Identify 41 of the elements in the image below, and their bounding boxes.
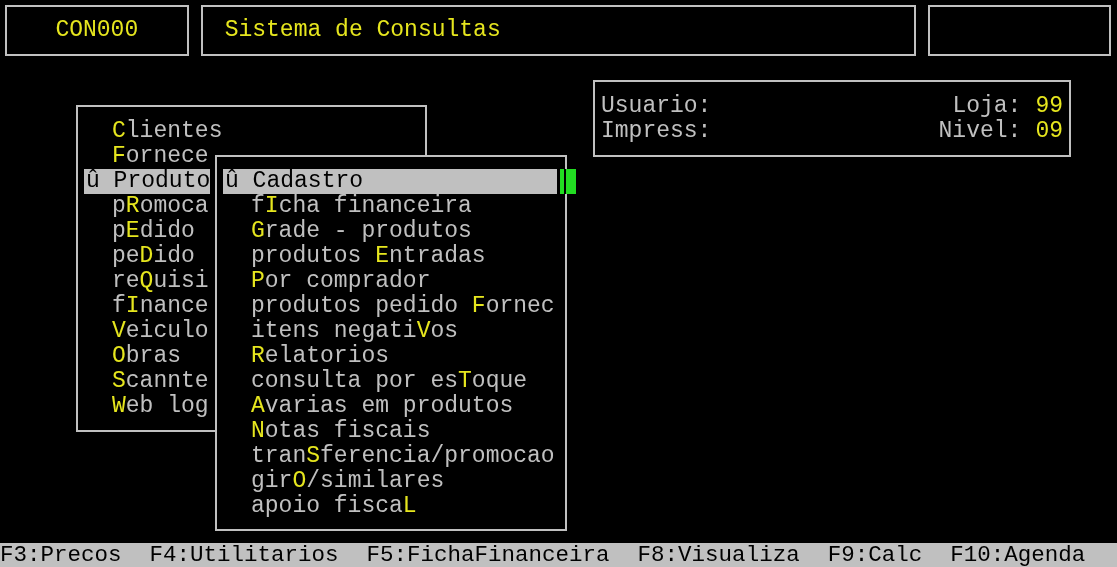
- submenu-item[interactable]: Por comprador: [223, 269, 431, 294]
- function-key[interactable]: F4:Utilitarios: [149, 543, 339, 567]
- function-key[interactable]: F9:Calc: [827, 543, 923, 567]
- submenu-item[interactable]: produtos pedido Fornec: [223, 294, 555, 319]
- submenu-item[interactable]: consulta por esToque: [223, 369, 528, 394]
- loja-label: Loja:: [952, 94, 1022, 119]
- function-key[interactable]: F8:Visualiza: [637, 543, 800, 567]
- menu-item[interactable]: reQuisi: [84, 269, 209, 294]
- scroll-thumb[interactable]: [560, 169, 576, 194]
- submenu-item[interactable]: Avarias em produtos: [223, 394, 514, 419]
- menu-item[interactable]: peDido: [84, 244, 195, 269]
- submenu-item[interactable]: apoio fiscaL: [223, 494, 417, 519]
- nivel-value: 09: [1035, 119, 1063, 144]
- submenu-item[interactable]: tranSferencia/promocao: [223, 444, 555, 469]
- menu-item[interactable]: Clientes: [84, 119, 223, 144]
- submenu-item[interactable]: Notas fiscais: [223, 419, 431, 444]
- submenu-item[interactable]: Relatorios: [223, 344, 390, 369]
- function-key[interactable]: F3:Precos: [0, 543, 122, 567]
- function-key[interactable]: F5:FichaFinanceira: [366, 543, 610, 567]
- menu-item[interactable]: Web log: [84, 394, 209, 419]
- submenu-item[interactable]: û Cadastro: [223, 169, 557, 194]
- submenu-item[interactable]: itens negatiVos: [223, 319, 459, 344]
- submenu-item[interactable]: girO/similares: [223, 469, 445, 494]
- menu-item[interactable]: Obras: [84, 344, 182, 369]
- loja-value: 99: [1035, 94, 1063, 119]
- submenu-item[interactable]: Grade - produtos: [223, 219, 472, 244]
- menu-item[interactable]: Scannte: [84, 369, 209, 394]
- menu-item[interactable]: pEdido: [84, 219, 195, 244]
- impress-label: Impress:: [601, 119, 712, 144]
- program-code: CON000: [5, 5, 189, 56]
- usuario-label: Usuario:: [601, 94, 712, 119]
- menu-item[interactable]: û Produto: [84, 169, 210, 194]
- window-title: Sistema de Consultas: [200, 5, 917, 56]
- menu-item[interactable]: fInance: [84, 294, 209, 319]
- menu-item[interactable]: pRomoca: [84, 194, 209, 219]
- submenu-item[interactable]: produtos Entradas: [223, 244, 486, 269]
- function-key[interactable]: F10:Agenda: [950, 543, 1086, 567]
- menu-item[interactable]: Fornece: [84, 144, 209, 169]
- menu-item[interactable]: Veiculo: [84, 319, 209, 344]
- submenu-item[interactable]: fIcha financeira: [223, 194, 472, 219]
- nivel-label: Nivel:: [938, 119, 1022, 144]
